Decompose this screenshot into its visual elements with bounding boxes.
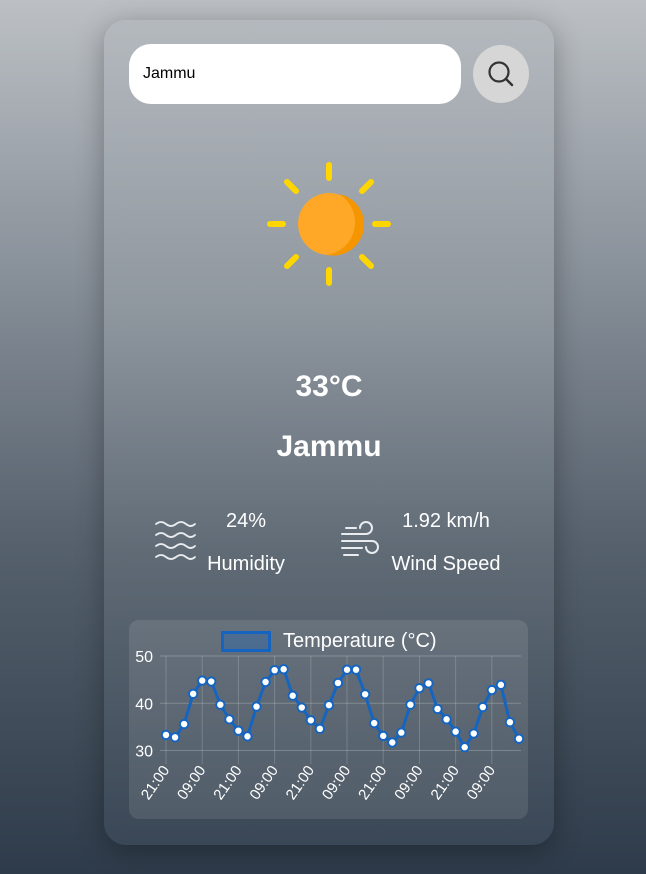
data-point bbox=[242, 731, 253, 742]
wind-speed-value: 1.92 km/h bbox=[402, 510, 490, 532]
data-point bbox=[169, 732, 181, 743]
search-button[interactable] bbox=[473, 45, 529, 103]
y-tick-label: 30 bbox=[135, 744, 153, 761]
humidity-label: Humidity bbox=[207, 553, 285, 575]
data-point bbox=[296, 702, 307, 713]
search-icon bbox=[488, 61, 514, 87]
data-point bbox=[513, 733, 525, 744]
data-point bbox=[396, 727, 407, 738]
humidity-icon bbox=[155, 521, 196, 560]
city-name: Jammu bbox=[276, 430, 382, 463]
y-tick-label: 50 bbox=[135, 649, 153, 666]
data-point bbox=[378, 730, 389, 742]
data-point bbox=[187, 688, 199, 700]
data-point bbox=[269, 664, 280, 676]
sun-icon bbox=[267, 162, 391, 286]
y-tick-label: 40 bbox=[135, 696, 153, 713]
data-point bbox=[314, 723, 326, 735]
data-point bbox=[260, 676, 271, 688]
data-point bbox=[368, 717, 380, 729]
x-tick-label: 21:00 bbox=[427, 763, 462, 804]
chart-plot: 30405021:00 09:00 21:00 09:00 21:00 09:00 21:0… bbox=[135, 649, 525, 804]
data-point bbox=[359, 689, 371, 700]
humidity-value: 24% bbox=[225, 510, 267, 532]
data-point bbox=[224, 714, 235, 725]
x-tick-label: 21:00 bbox=[355, 763, 390, 804]
data-point bbox=[206, 676, 217, 687]
data-point bbox=[495, 679, 507, 691]
data-point bbox=[233, 725, 244, 736]
data-point bbox=[477, 701, 488, 713]
x-tick-label: 09:00 bbox=[174, 763, 209, 804]
x-tick-label: 09:00 bbox=[464, 763, 499, 804]
x-tick-label: 21:00 bbox=[210, 763, 245, 804]
data-point bbox=[197, 675, 208, 686]
data-point bbox=[459, 742, 470, 753]
search-input[interactable] bbox=[129, 44, 461, 104]
data-point bbox=[305, 715, 317, 726]
temperature-chart: Temperature (°C) 30 40 50 21:00 09:00 21:00 09… bbox=[129, 620, 528, 819]
wind-speed-label: Wind Speed bbox=[391, 553, 501, 575]
x-tick-label: 09:00 bbox=[319, 763, 354, 804]
temperature-value: 33°C bbox=[295, 370, 363, 403]
data-point bbox=[350, 664, 362, 675]
x-tick-label: 09:00 bbox=[246, 763, 281, 804]
weather-card: 33°C Jammu 24% Humidity 1.92 km/h Wind S… bbox=[104, 20, 554, 845]
data-point bbox=[332, 677, 344, 689]
data-point bbox=[468, 728, 479, 739]
data-point bbox=[486, 684, 498, 696]
data-point bbox=[341, 664, 353, 675]
data-point bbox=[323, 699, 335, 711]
wind-icon bbox=[341, 521, 379, 556]
data-point bbox=[287, 690, 298, 701]
x-tick-label: 09:00 bbox=[391, 763, 426, 804]
x-tick-label: 21:00 bbox=[138, 763, 173, 804]
data-point bbox=[423, 678, 434, 689]
data-point bbox=[504, 716, 516, 728]
data-point bbox=[278, 664, 289, 675]
data-point bbox=[251, 701, 262, 712]
data-point bbox=[387, 737, 398, 748]
data-point bbox=[414, 682, 425, 694]
data-point bbox=[405, 699, 416, 710]
data-point bbox=[432, 703, 443, 715]
data-point bbox=[450, 726, 461, 737]
data-point bbox=[215, 699, 226, 710]
x-tick-label: 21:00 bbox=[283, 763, 318, 804]
data-point bbox=[160, 729, 172, 741]
data-point bbox=[441, 714, 452, 725]
data-point bbox=[178, 718, 190, 730]
